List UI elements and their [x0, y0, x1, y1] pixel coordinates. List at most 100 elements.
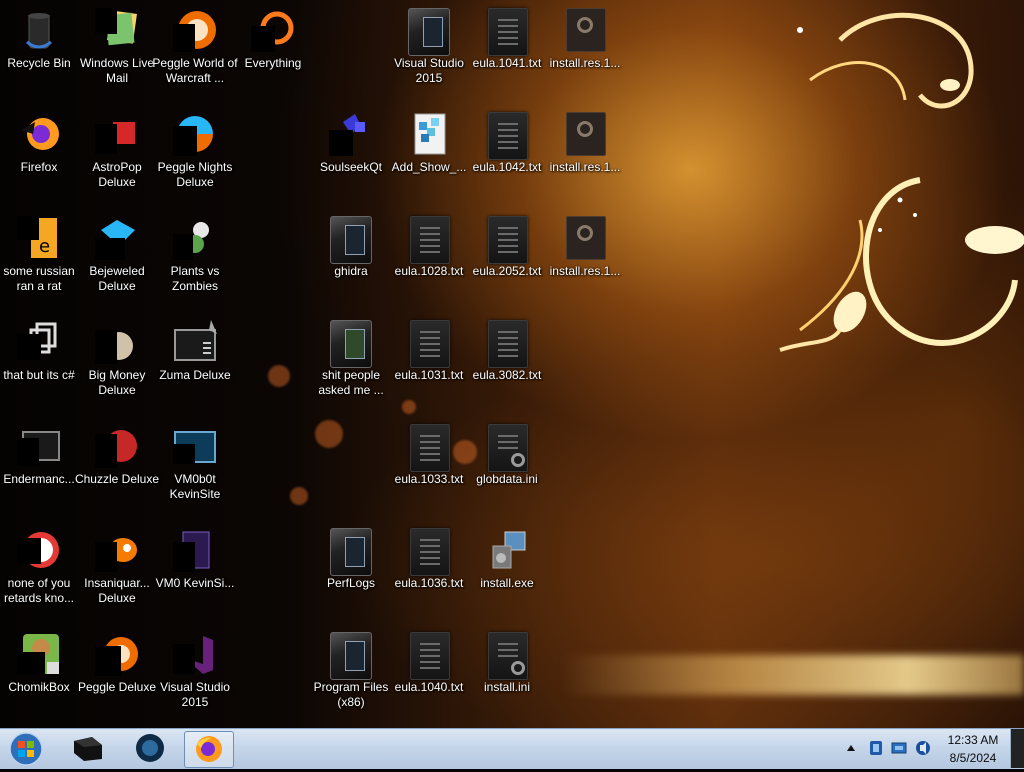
desktop-icon-label: install.res.1... — [549, 264, 621, 278]
desktop-icon-plants-vs-zombies[interactable]: Plants vs Zombies — [156, 212, 234, 316]
desktop-icon-everything[interactable]: Everything — [234, 4, 312, 108]
desktop-icon-recycle-bin[interactable]: Recycle Bin — [0, 4, 78, 108]
desktop-icon-label: eula.2052.txt — [472, 264, 542, 278]
desktop-icon-label: VM0b0t KevinSite — [169, 472, 221, 501]
text-file-icon — [410, 528, 450, 576]
taskbar-button-explorer[interactable] — [64, 731, 112, 766]
desktop-icon-chuzzle-deluxe[interactable]: Chuzzle Deluxe — [75, 420, 159, 524]
peggle-nights-icon — [173, 116, 213, 156]
desktop-icon-some-russian-ran-a-rat[interactable]: e some russian ran a rat — [0, 212, 78, 316]
desktop-icon-label: Plants vs Zombies — [170, 264, 220, 293]
clock-date[interactable]: 8/5/2024 — [936, 751, 1010, 765]
desktop-icon-visual-studio-2015-app[interactable]: Visual Studio 2015 — [156, 628, 234, 728]
settings-file-icon — [488, 632, 528, 680]
desktop-icon-label: install.res.1... — [549, 160, 621, 174]
resource-file-icon — [566, 216, 606, 260]
resource-file-icon — [566, 112, 606, 156]
desktop-icon-soulseekqt[interactable]: SoulseekQt — [312, 108, 390, 212]
desktop-icon-endermanc[interactable]: Endermanc... — [0, 420, 78, 524]
wallpaper-swirl — [779, 12, 1024, 352]
desktop-icon-globdata-ini[interactable]: globdata.ini — [468, 420, 546, 524]
desktop-icon-install-exe[interactable]: install.exe — [468, 524, 546, 628]
folder-icon — [330, 528, 372, 576]
desktop-icon-install-res-1[interactable]: install.res.1... — [546, 4, 624, 108]
desktop-icon-install-ini[interactable]: install.ini — [468, 628, 546, 728]
chomikbox-icon — [17, 634, 59, 674]
firefox-icon — [21, 118, 59, 150]
bejeweled-icon — [95, 220, 135, 260]
blue-globe-icon — [136, 734, 164, 762]
desktop-icon-label: eula.1041.txt — [472, 56, 542, 70]
desktop-icon-big-money-deluxe[interactable]: Big Money Deluxe — [78, 316, 156, 420]
desktop-icon-ghidra[interactable]: ghidra — [312, 212, 390, 316]
desktop-icon-eula-1041[interactable]: eula.1041.txt — [468, 4, 546, 108]
desktop-icon-label: Big Money Deluxe — [88, 368, 146, 397]
peggle-icon — [95, 637, 138, 676]
taskbar-button-firefox[interactable] — [184, 731, 234, 768]
desktop-icon-astropop-deluxe[interactable]: AstroPop Deluxe — [78, 108, 156, 212]
desktop-icon-eula-2052[interactable]: eula.2052.txt — [468, 212, 546, 316]
desktop-icon-add-show[interactable]: Add_Show_... — [390, 108, 468, 212]
app-tray-icon[interactable] — [868, 739, 884, 757]
desktop-icon-windows-live-mail[interactable]: Windows Live Mail — [78, 4, 156, 108]
clock-time[interactable]: 12:33 AM — [936, 733, 1010, 747]
desktop-icon-vm0-kevinsite[interactable]: VM0 KevinSi... — [156, 524, 234, 628]
desktop-icon-eula-1036[interactable]: eula.1036.txt — [390, 524, 468, 628]
desktop-icon-firefox[interactable]: Firefox — [0, 108, 78, 212]
desktop-icon-peggle-nights-deluxe[interactable]: Peggle Nights Deluxe — [156, 108, 234, 212]
desktop-icon-eula-3082[interactable]: eula.3082.txt — [468, 316, 546, 420]
desktop-icon-eula-1031[interactable]: eula.1031.txt — [390, 316, 468, 420]
desktop-icon-eula-1042[interactable]: eula.1042.txt — [468, 108, 546, 212]
desktop-icon-zuma-deluxe[interactable]: Zuma Deluxe — [156, 316, 234, 420]
desktop-icon-label: Chuzzle Deluxe — [74, 472, 160, 486]
desktop-icon-that-but-its-csharp[interactable]: that but its c# — [0, 316, 78, 420]
desktop-icon-shit-people-asked-me[interactable]: shit people asked me ... — [312, 316, 390, 420]
desktop-icon-visual-studio-2015-folder[interactable]: Visual Studio 2015 — [390, 4, 468, 108]
desktop-icon-label: VM0 KevinSi... — [155, 576, 235, 590]
up-arrow-icon[interactable] — [846, 743, 856, 753]
desktop-icon-label: eula.1031.txt — [394, 368, 464, 382]
visual-studio-icon — [173, 636, 213, 674]
exe-file-icon: e — [17, 216, 57, 258]
desktop-icon-eula-1040[interactable]: eula.1040.txt — [390, 628, 468, 728]
desktop-icon-label: Windows Live Mail — [79, 56, 155, 85]
desktop-icon-none-of-you[interactable]: none of you retards kno... — [0, 524, 78, 628]
folder-icon — [408, 8, 450, 56]
wallpaper-bokeh — [315, 420, 343, 448]
desktop-icon-perflogs[interactable]: PerfLogs — [312, 524, 390, 628]
desktop-icon-insaniquarium-deluxe[interactable]: Insaniquar... Deluxe — [78, 524, 156, 628]
plants-vs-zombies-icon — [173, 222, 209, 260]
chrome-like-icon — [17, 532, 59, 568]
text-file-icon — [488, 8, 528, 56]
desktop-icon-program-files-x86[interactable]: Program Files (x86) — [312, 628, 390, 728]
desktop-icon-vm0b0t-kevinsite[interactable]: VM0b0t KevinSite — [156, 420, 234, 524]
big-money-icon — [95, 330, 133, 364]
desktop-icon-label: Peggle Nights Deluxe — [157, 160, 233, 189]
volume-icon[interactable] — [914, 739, 932, 757]
desktop-icon-eula-1033[interactable]: eula.1033.txt — [390, 420, 468, 524]
text-file-icon — [488, 112, 528, 160]
desktop-icon-install-res-3[interactable]: install.res.1... — [546, 212, 624, 316]
desktop[interactable]: Recycle Bin Firefox e some russian ran a… — [0, 0, 1024, 728]
desktop-icon-peggle-world-of-warcraft[interactable]: Peggle World of Warcraft ... — [152, 4, 238, 108]
desktop-icon-eula-1028[interactable]: eula.1028.txt — [390, 212, 468, 316]
installer-icon — [492, 531, 526, 569]
taskbar-button-app[interactable] — [126, 731, 174, 766]
show-desktop-button[interactable] — [1010, 729, 1024, 768]
desktop-icon-label: Insaniquar... Deluxe — [84, 576, 150, 605]
desktop-icon-label: Program Files (x86) — [313, 680, 389, 709]
desktop-icon-install-res-2[interactable]: install.res.1... — [546, 108, 624, 212]
desktop-icon-label: Peggle World of Warcraft ... — [152, 56, 238, 85]
desktop-icon-label: install.ini — [483, 680, 531, 694]
insaniquarium-icon — [95, 538, 137, 572]
desktop-icon-bejeweled-deluxe[interactable]: Bejeweled Deluxe — [78, 212, 156, 316]
windows-start-orb-icon[interactable] — [6, 731, 46, 767]
astropop-icon — [95, 122, 135, 154]
desktop-icon-label: install.res.1... — [549, 56, 621, 70]
desktop-icon-peggle-deluxe[interactable]: Peggle Deluxe — [78, 628, 156, 728]
desktop-icon-label: Visual Studio 2015 — [160, 680, 230, 709]
desktop-icon-chomikbox[interactable]: ChomikBox — [0, 628, 78, 728]
document-icon — [173, 531, 210, 572]
resource-file-icon — [566, 8, 606, 52]
network-icon[interactable] — [890, 740, 908, 756]
